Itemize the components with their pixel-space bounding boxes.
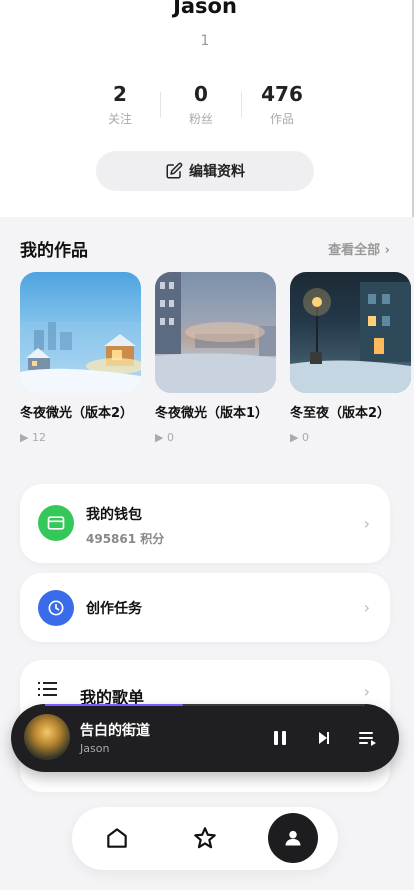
chevron-right-icon: › <box>363 682 370 701</box>
player-song-title: 告白的街道 <box>80 723 150 739</box>
bottom-tab-bar <box>72 807 338 870</box>
tasks-card[interactable]: 创作任务 › <box>20 573 390 642</box>
wallet-points: 495861 积分 <box>86 532 165 546</box>
edit-profile-button[interactable]: 编辑资料 <box>96 151 314 191</box>
profile-header: Jason 1 2 关注 0 粉丝 476 作品 编辑资料 <box>0 0 414 217</box>
stat-following[interactable]: 2 关注 <box>80 82 160 132</box>
tab-profile[interactable] <box>268 813 318 863</box>
work-play-count: ▶ 0 <box>290 431 309 444</box>
queue-icon[interactable] <box>356 726 380 750</box>
list-icon <box>38 680 58 702</box>
clock-icon <box>38 590 74 626</box>
wallet-card[interactable]: 我的钱包 495861 积分 › <box>20 484 390 563</box>
tab-favorites[interactable] <box>180 813 230 863</box>
chevron-right-icon: › <box>363 514 370 533</box>
profile-id: 1 <box>200 33 210 49</box>
chevron-right-icon: › <box>363 598 370 617</box>
player-artist: Jason <box>80 742 110 755</box>
work-cover-image <box>20 272 141 393</box>
work-title: 冬夜微光（版本2） <box>20 406 134 421</box>
wallet-icon <box>38 505 74 541</box>
work-cover-image <box>290 272 411 393</box>
wallet-title: 我的钱包 <box>86 507 142 523</box>
stat-followers-count: 0 <box>194 82 208 106</box>
tasks-title: 创作任务 <box>86 601 142 617</box>
stat-works-count: 476 <box>261 82 303 106</box>
user-icon <box>285 830 301 846</box>
stat-following-count: 2 <box>113 82 127 106</box>
skip-next-icon[interactable] <box>312 726 336 750</box>
stat-works-label: 作品 <box>269 112 294 126</box>
work-play-count: ▶ 0 <box>155 431 174 444</box>
profile-name: Jason <box>173 0 237 18</box>
stat-following-label: 关注 <box>107 112 132 126</box>
works-title: 我的作品 <box>20 241 88 261</box>
pause-icon[interactable] <box>268 726 292 750</box>
star-icon <box>194 827 216 849</box>
home-icon <box>107 828 127 848</box>
mini-player[interactable]: 告白的街道 Jason <box>11 704 399 772</box>
album-art[interactable] <box>24 714 70 760</box>
work-title: 冬夜微光（版本1） <box>155 406 269 421</box>
work-card[interactable]: 冬夜微光（版本1） ▶ 0 <box>155 272 276 444</box>
work-card[interactable]: 冬至夜（版本2） ▶ 0 <box>290 272 411 444</box>
tab-home[interactable] <box>92 813 142 863</box>
stat-followers[interactable]: 0 粉丝 <box>161 82 241 132</box>
work-title: 冬至夜（版本2） <box>290 406 391 421</box>
profile-stats: 2 关注 0 粉丝 476 作品 <box>80 82 330 132</box>
edit-icon <box>166 162 183 179</box>
work-play-count: ▶ 12 <box>20 431 46 444</box>
stat-followers-label: 粉丝 <box>188 112 213 126</box>
work-cover-image <box>155 272 276 393</box>
works-header: 我的作品 查看全部 › <box>20 236 390 261</box>
edit-profile-label: 编辑资料 <box>189 164 245 180</box>
work-card[interactable]: 冬夜微光（版本2） ▶ 12 <box>20 272 141 444</box>
works-carousel[interactable]: 冬夜微光（版本2） ▶ 12 冬夜微光（版本1） ▶ 0 冬至夜（版本2） ▶ … <box>20 272 414 472</box>
stat-works[interactable]: 476 作品 <box>242 82 322 132</box>
see-all-link[interactable]: 查看全部 › <box>328 239 390 258</box>
